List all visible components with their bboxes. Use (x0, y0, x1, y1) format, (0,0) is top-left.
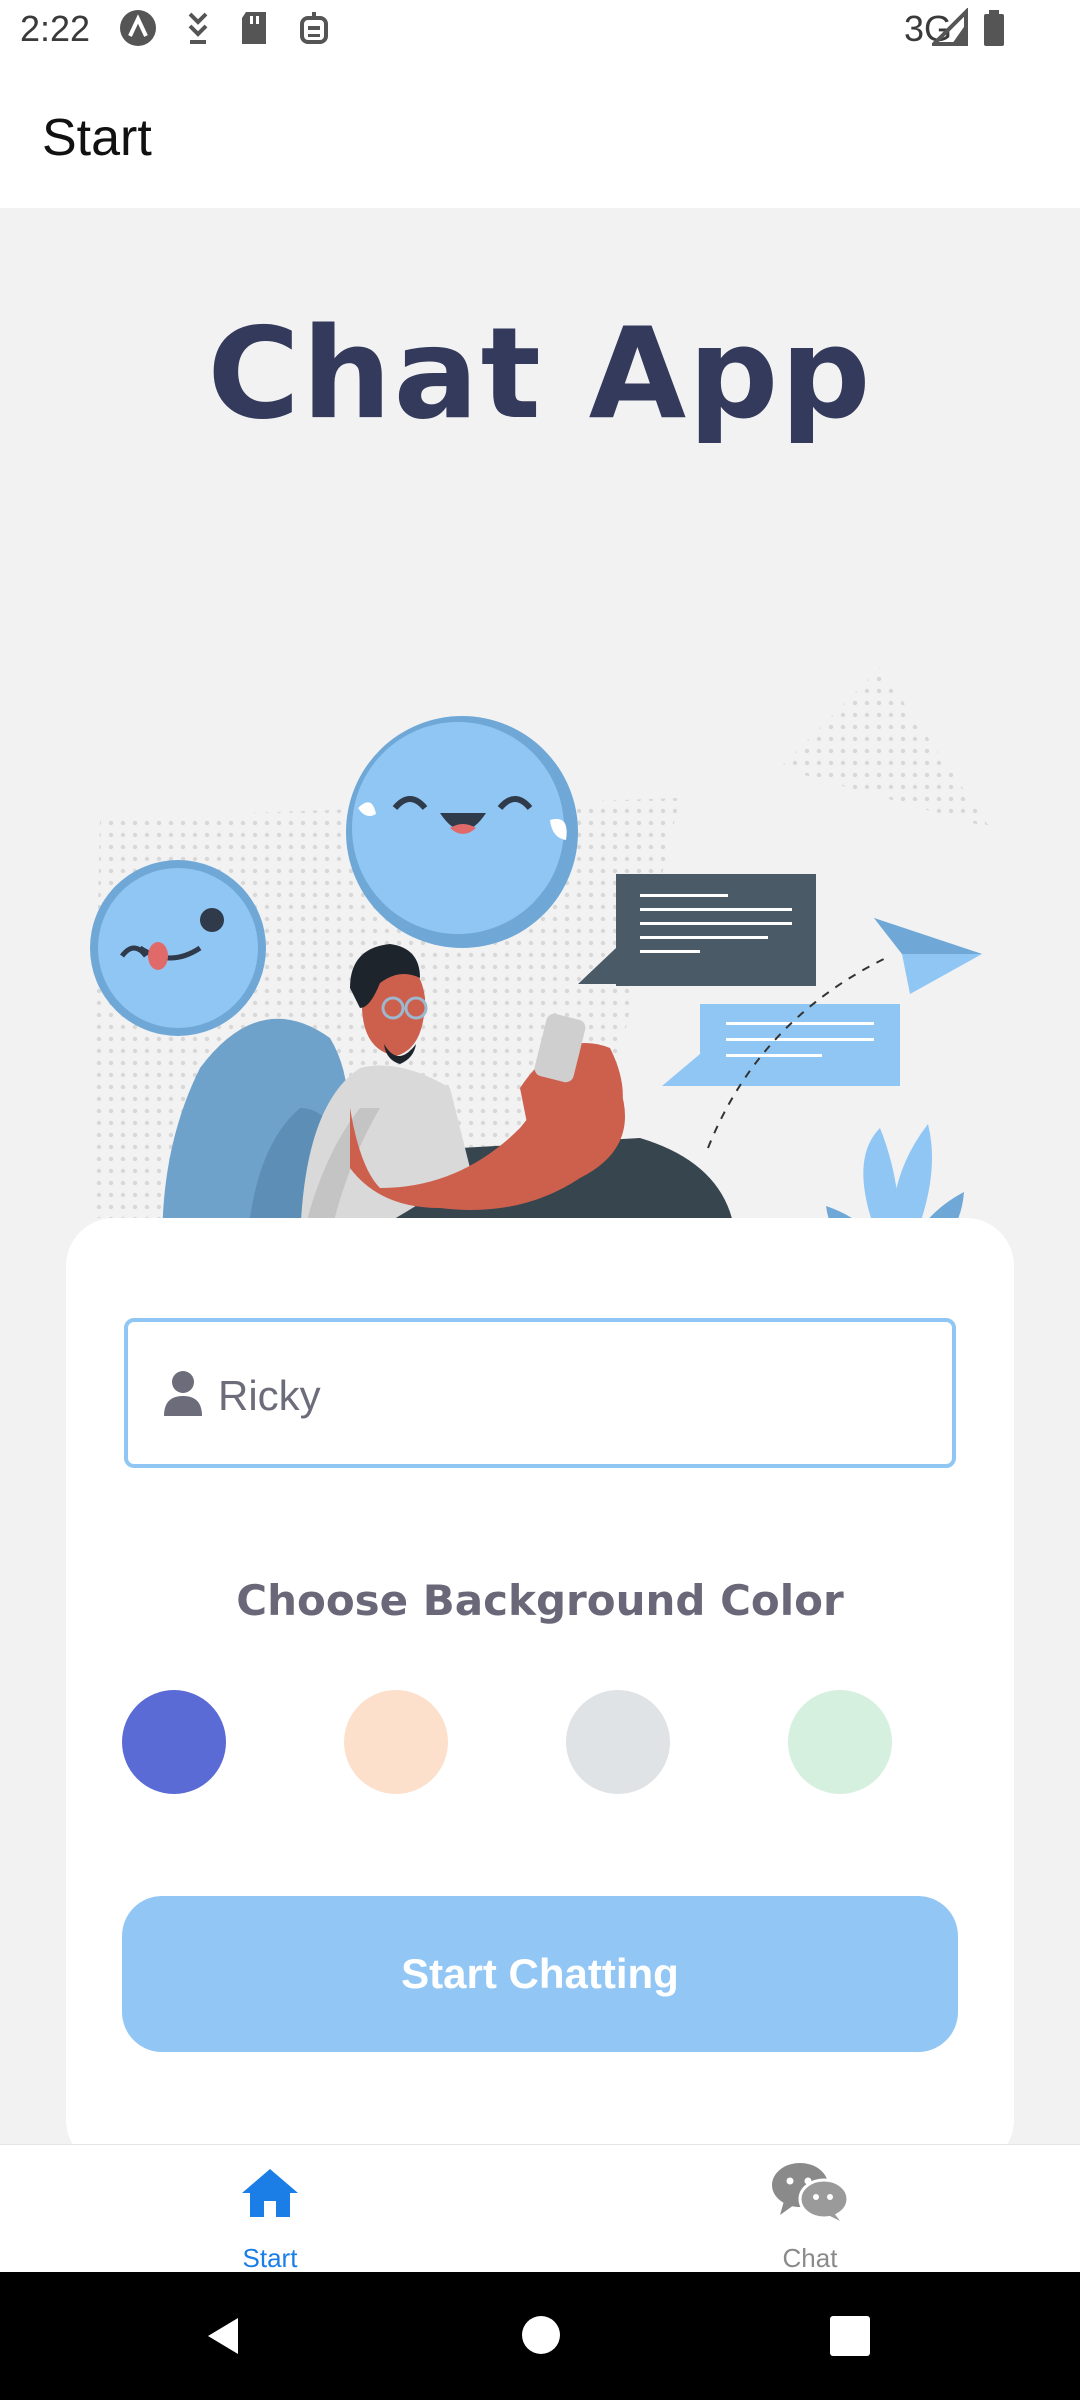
status-bar: 2:22 3G (0, 0, 1080, 64)
color-swatch-blue[interactable] (122, 1690, 226, 1794)
page-title: Start (42, 109, 152, 167)
app-a-icon (118, 8, 158, 52)
app-title: Chat App (207, 300, 873, 447)
tab-chat[interactable]: Chat (540, 2145, 1080, 2273)
color-swatch-gray[interactable] (566, 1690, 670, 1794)
color-heading: Choose Background Color (236, 1576, 844, 1625)
tab-start[interactable]: Start (0, 2145, 540, 2273)
status-time: 2:22 (20, 8, 91, 49)
person-icon (162, 1370, 204, 1422)
start-card: Choose Background Color Start Chatting (66, 1218, 1014, 2144)
home-icon (238, 2165, 302, 2225)
tab-start-label: Start (242, 2243, 298, 2273)
download-icon (180, 8, 216, 52)
home-circle-icon[interactable] (520, 2314, 562, 2360)
color-swatch-peach[interactable] (344, 1690, 448, 1794)
hero-illustration (0, 458, 1080, 1435)
tab-chat-label: Chat (782, 2243, 838, 2273)
name-field[interactable] (124, 1318, 956, 1468)
chat-bubbles-icon (770, 2159, 850, 2227)
emoji-wink-icon (90, 860, 266, 1036)
bottom-nav: Start Chat (0, 2144, 1080, 2273)
system-nav-bar (0, 2272, 1080, 2400)
back-icon[interactable] (200, 2312, 248, 2364)
color-swatch-mint[interactable] (788, 1690, 892, 1794)
robot-icon (294, 8, 334, 52)
plant-icon (826, 1124, 964, 1384)
battery-icon (982, 8, 1006, 52)
paper-plane-icon (874, 918, 982, 994)
message-bubble-light (662, 1004, 900, 1086)
name-input[interactable] (216, 1360, 920, 1432)
header-bar: Start (0, 64, 1080, 208)
emoji-laughing-icon (346, 716, 578, 948)
signal-icon (929, 7, 972, 52)
sd-card-icon (238, 8, 272, 52)
start-chatting-button[interactable]: Start Chatting (122, 1896, 958, 2052)
start-screen: Chat App Ricky Choose Background Color S… (0, 208, 1080, 2144)
recents-icon[interactable] (830, 2316, 870, 2360)
